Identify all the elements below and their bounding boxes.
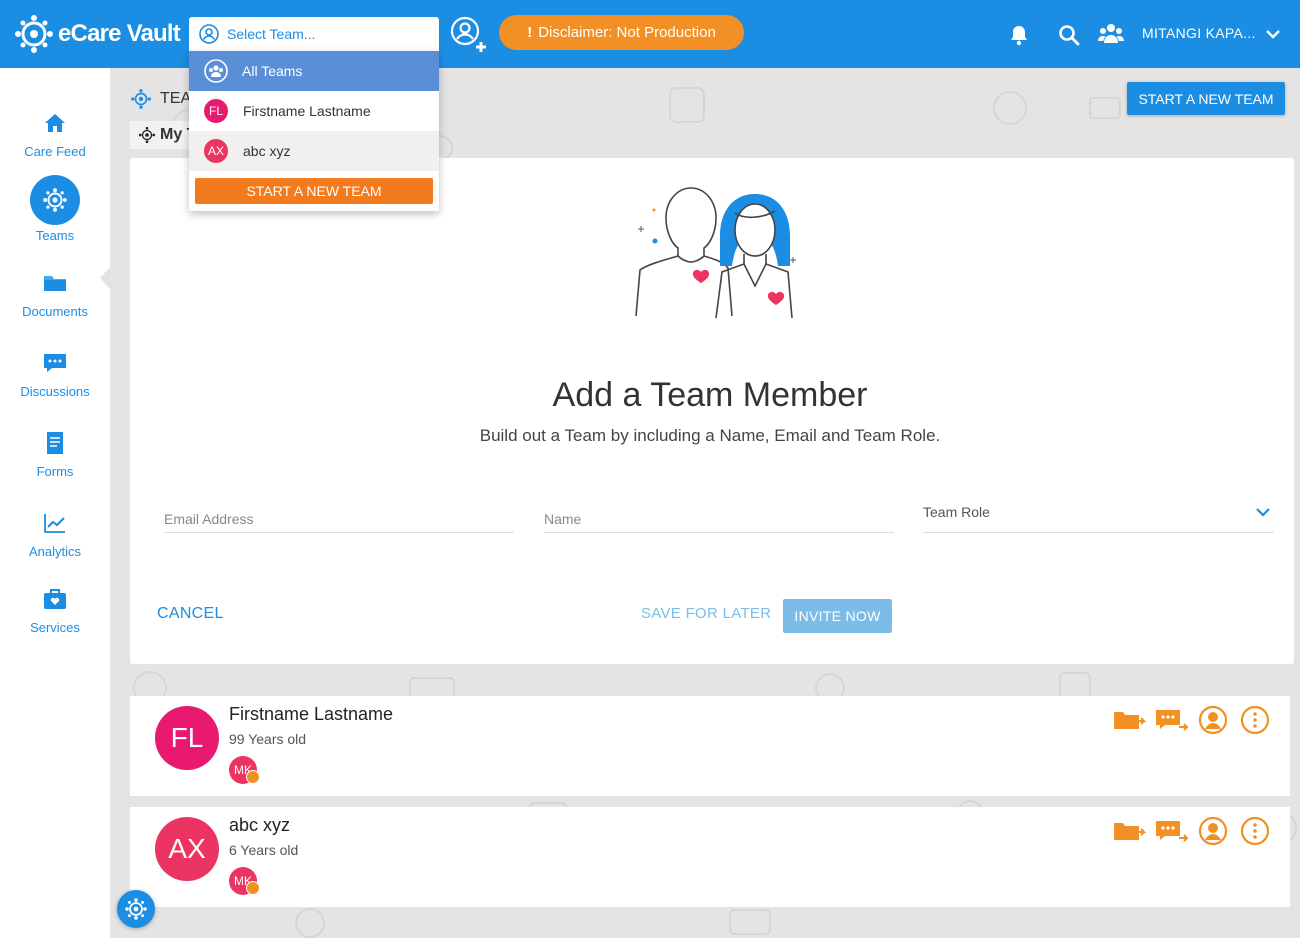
exclamation-icon: ! xyxy=(527,24,533,41)
teams-icon xyxy=(43,188,67,212)
chart-icon xyxy=(44,514,65,533)
member-actions xyxy=(1112,816,1272,846)
dropdown-item-team[interactable]: AX abc xyz xyxy=(189,131,439,171)
member-row[interactable]: FL Firstname Lastname 99 Years old MK xyxy=(130,696,1290,796)
avatar: FL xyxy=(155,706,219,770)
cancel-button[interactable]: CANCEL xyxy=(157,605,224,623)
logo-icon xyxy=(15,15,53,53)
card-title: Add a Team Member xyxy=(552,376,868,414)
message-icon[interactable] xyxy=(1154,816,1188,846)
sidebar: Care Feed Teams Documents Discussions Fo… xyxy=(0,68,111,938)
member-name: Firstname Lastname xyxy=(229,704,394,724)
teams-icon xyxy=(131,89,151,109)
dropdown-item-label: abc xyz xyxy=(243,143,291,159)
sidebar-item-label: Care Feed xyxy=(24,144,86,159)
more-options-icon[interactable] xyxy=(1238,705,1272,735)
group-icon xyxy=(204,59,228,83)
email-field[interactable] xyxy=(164,498,514,533)
sidebar-item-forms[interactable]: Forms xyxy=(0,430,110,479)
sidebar-item-teams[interactable]: Teams xyxy=(0,175,110,243)
dropdown-item-all-teams[interactable]: All Teams xyxy=(189,51,439,91)
profile-icon[interactable] xyxy=(1196,705,1230,735)
form-icon xyxy=(47,432,63,454)
team-dropdown: All Teams FL Firstname Lastname AX abc x… xyxy=(189,51,439,211)
folder-icon xyxy=(44,276,66,291)
briefcase-icon xyxy=(44,589,66,609)
name-field[interactable] xyxy=(544,498,894,533)
star-badge-icon xyxy=(246,770,260,784)
teams-icon xyxy=(125,898,147,920)
message-icon[interactable] xyxy=(1154,705,1188,735)
dropdown-item-label: Firstname Lastname xyxy=(243,103,371,119)
sidebar-item-label: Teams xyxy=(35,228,75,243)
user-name[interactable]: MITANGI KAPA... xyxy=(1142,25,1256,41)
avatar: AX xyxy=(155,817,219,881)
sidebar-item-label: Documents xyxy=(22,304,88,319)
sidebar-item-discussions[interactable]: Discussions xyxy=(0,350,110,399)
teams-active-indicator xyxy=(30,175,80,225)
floating-teams-button[interactable] xyxy=(117,890,155,928)
profile-icon[interactable] xyxy=(1196,816,1230,846)
active-notch xyxy=(100,266,111,290)
sidebar-item-label: Analytics xyxy=(28,544,82,559)
team-select-placeholder: Select Team... xyxy=(227,26,316,42)
member-age: 6 Years old xyxy=(229,842,299,858)
breadcrumb: TEA xyxy=(130,88,191,110)
user-circle-icon xyxy=(199,24,219,44)
team-select[interactable]: Select Team... xyxy=(189,17,439,51)
more-options-icon[interactable] xyxy=(1238,816,1272,846)
people-icon[interactable] xyxy=(1098,21,1124,47)
member-name: abc xyz xyxy=(229,815,291,835)
sidebar-item-care-feed[interactable]: Care Feed xyxy=(0,110,110,159)
dropdown-item-label: All Teams xyxy=(242,63,303,79)
disclaimer-badge: ! Disclaimer: Not Production xyxy=(499,15,744,50)
add-user-icon[interactable] xyxy=(450,16,490,56)
app-logo[interactable]: eCare Vault xyxy=(14,14,181,54)
invite-now-button[interactable]: INVITE NOW xyxy=(783,599,892,633)
share-folder-icon[interactable] xyxy=(1112,816,1146,846)
sidebar-item-documents[interactable]: Documents xyxy=(0,270,110,319)
save-for-later-button[interactable]: SAVE FOR LATER xyxy=(641,605,771,622)
add-member-card: Add a Team Member Build out a Team by in… xyxy=(130,158,1294,664)
share-folder-icon[interactable] xyxy=(1112,705,1146,735)
home-icon xyxy=(45,114,65,132)
teams-icon xyxy=(138,126,156,144)
dropdown-start-new-team-button[interactable]: START A NEW TEAM xyxy=(195,178,433,204)
team-role-select[interactable]: Team Role xyxy=(923,498,1274,533)
start-new-team-button[interactable]: START A NEW TEAM xyxy=(1127,82,1285,115)
chat-icon xyxy=(44,354,66,372)
avatar: AX xyxy=(204,139,228,163)
app-title: eCare Vault xyxy=(58,20,181,47)
member-age: 99 Years old xyxy=(229,731,307,747)
sidebar-item-analytics[interactable]: Analytics xyxy=(0,510,110,559)
bell-icon[interactable] xyxy=(1008,24,1030,46)
avatar: FL xyxy=(204,99,228,123)
card-subtitle: Build out a Team by including a Name, Em… xyxy=(479,426,941,445)
sidebar-item-services[interactable]: Services xyxy=(0,586,110,635)
member-actions xyxy=(1112,705,1272,735)
member-row[interactable]: AX abc xyz 6 Years old MK xyxy=(130,807,1290,907)
dropdown-item-team[interactable]: FL Firstname Lastname xyxy=(189,91,439,131)
sidebar-item-label: Forms xyxy=(36,464,74,479)
chevron-down-icon[interactable] xyxy=(1265,27,1281,41)
sidebar-item-label: Services xyxy=(30,620,80,635)
team-illustration xyxy=(635,187,796,318)
sidebar-item-label: Discussions xyxy=(20,384,90,399)
chevron-down-icon xyxy=(1256,508,1270,517)
team-role-label: Team Role xyxy=(923,504,990,520)
disclaimer-text: Disclaimer: Not Production xyxy=(538,24,716,41)
search-icon[interactable] xyxy=(1058,24,1080,46)
star-badge-icon xyxy=(246,881,260,895)
breadcrumb-text: TEA xyxy=(160,90,192,107)
